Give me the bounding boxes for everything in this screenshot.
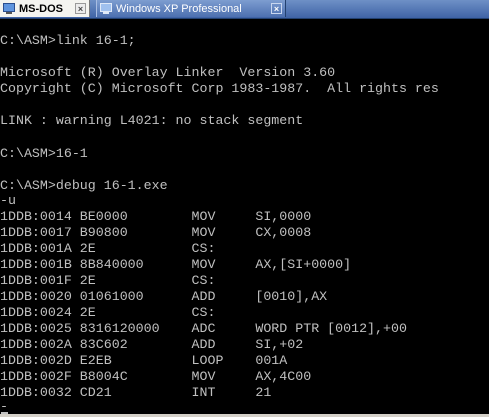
console-line: 1DDB:002A 83C602 ADD SI,+02	[0, 337, 304, 352]
console-line: 1DDB:002F B8004C MOV AX,4C00	[0, 369, 312, 384]
console-line: -u	[0, 193, 16, 208]
tab-strip: MS-DOS × Windows XP Professional ×	[0, 0, 489, 19]
tab-label: MS-DOS	[19, 2, 63, 15]
console-line: 1DDB:0020 01061000 ADD [0010],AX	[0, 289, 328, 304]
console-line: Microsoft (R) Overlay Linker Version 3.6…	[0, 65, 336, 80]
tab-ms-dos[interactable]: MS-DOS ×	[0, 0, 90, 17]
console-line: C:\ASM>link 16-1;	[0, 33, 136, 48]
console-line: 1DDB:0024 2E CS:	[0, 305, 216, 320]
monitor-icon	[100, 3, 112, 14]
console-line: 1DDB:001A 2E CS:	[0, 241, 216, 256]
tab-label: Windows XP Professional	[116, 2, 242, 15]
close-icon[interactable]: ×	[271, 3, 282, 14]
console-line: LINK : warning L4021: no stack segment	[0, 113, 304, 128]
tab-windows-xp-professional[interactable]: Windows XP Professional ×	[96, 0, 286, 17]
monitor-icon	[3, 3, 15, 14]
console-line: 1DDB:002D E2EB LOOP 001A	[0, 353, 288, 368]
console-line: C:\ASM>debug 16-1.exe	[0, 178, 168, 193]
console-line: 1DDB:001F 2E CS:	[0, 273, 216, 288]
console-output[interactable]: C:\ASM>link 16-1; Microsoft (R) Overlay …	[0, 19, 489, 415]
close-icon[interactable]: ×	[75, 3, 86, 14]
console-line: 1DDB:0017 B90800 MOV CX,0008	[0, 225, 312, 240]
console-line: 1DDB:0014 BE0000 MOV SI,0000	[0, 209, 312, 224]
console-line: Copyright (C) Microsoft Corp 1983-1987. …	[0, 81, 439, 96]
dos-window: MS-DOS × Windows XP Professional × C:\AS…	[0, 0, 489, 417]
console-line: 1DDB:001B 8B840000 MOV AX,[SI+0000]	[0, 257, 352, 272]
console-line: 1DDB:0025 8316120000 ADC WORD PTR [0012]…	[0, 321, 407, 336]
console-line: 1DDB:0032 CD21 INT 21	[0, 385, 272, 400]
console-line: C:\ASM>16-1	[0, 146, 88, 161]
